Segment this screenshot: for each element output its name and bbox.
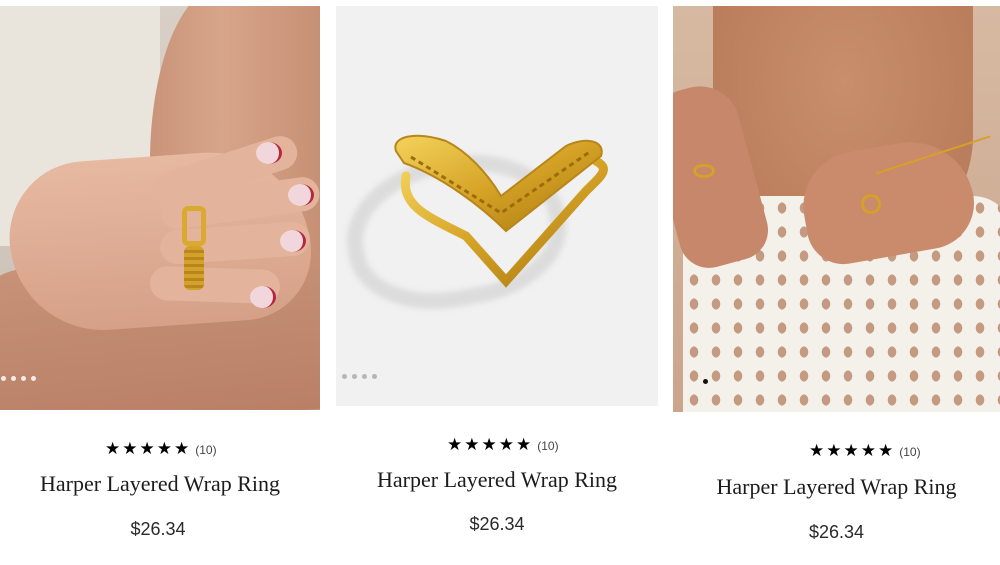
- product-price: $26.34: [808, 522, 865, 542]
- star-rating[interactable]: ★ ★ ★ ★ ★ (10): [447, 437, 559, 454]
- product-card[interactable]: ★ ★ ★ ★ ★ (10) Harper Layered Wrap Ring …: [336, 0, 658, 534]
- star-icon: ★: [139, 439, 155, 459]
- product-image-ring[interactable]: [336, 6, 658, 406]
- product-image-model[interactable]: [673, 6, 1000, 412]
- review-count: (10): [899, 444, 921, 459]
- star-icon: ★: [826, 441, 842, 461]
- ring-graphic: [861, 194, 881, 214]
- image-detail: [288, 184, 314, 206]
- carousel-dot[interactable]: [342, 374, 347, 379]
- image-detail: [280, 230, 306, 252]
- carousel-dots: [342, 374, 377, 379]
- carousel-dot[interactable]: [372, 374, 377, 379]
- image-detail: [256, 142, 282, 164]
- product-price: $26.34: [130, 519, 186, 539]
- star-icon: ★: [122, 439, 138, 459]
- star-icon: ★: [105, 439, 121, 459]
- carousel-dot[interactable]: [21, 376, 26, 381]
- star-icon: ★: [156, 439, 172, 459]
- star-rating[interactable]: ★ ★ ★ ★ ★ (10): [105, 441, 217, 458]
- review-count: (10): [537, 438, 559, 453]
- product-card[interactable]: ★ ★ ★ ★ ★ (10) Harper Layered Wrap Ring …: [0, 0, 320, 539]
- carousel-dot[interactable]: [31, 376, 36, 381]
- product-title[interactable]: Harper Layered Wrap Ring: [673, 474, 1000, 500]
- star-icon: ★: [878, 441, 894, 461]
- carousel-dot[interactable]: [11, 376, 16, 381]
- carousel-dot[interactable]: [1, 376, 6, 381]
- carousel-dots: [1, 376, 36, 381]
- star-icon: ★: [481, 435, 497, 455]
- product-image-hands[interactable]: [0, 6, 320, 410]
- gold-ring-icon: [394, 134, 608, 288]
- ring-graphic: [184, 246, 204, 290]
- star-rating[interactable]: ★ ★ ★ ★ ★ (10): [809, 443, 921, 460]
- product-title[interactable]: Harper Layered Wrap Ring: [336, 467, 658, 493]
- star-icon: ★: [498, 435, 514, 455]
- ring-graphic: [693, 164, 715, 178]
- star-icon: ★: [447, 435, 463, 455]
- product-price: $26.34: [469, 514, 525, 534]
- star-icon: ★: [860, 441, 876, 461]
- review-count: (10): [195, 442, 217, 457]
- product-card[interactable]: ★ ★ ★ ★ ★ (10) Harper Layered Wrap Ring …: [673, 0, 1000, 542]
- product-title[interactable]: Harper Layered Wrap Ring: [0, 471, 320, 497]
- star-icon: ★: [464, 435, 480, 455]
- carousel-dot[interactable]: [703, 379, 708, 384]
- ring-graphic: [182, 206, 206, 246]
- star-icon: ★: [843, 441, 859, 461]
- carousel-dot[interactable]: [352, 374, 357, 379]
- star-icon: ★: [516, 435, 532, 455]
- carousel-dots: [703, 379, 708, 384]
- star-icon: ★: [809, 441, 825, 461]
- star-icon: ★: [174, 439, 190, 459]
- image-detail: [250, 286, 276, 308]
- carousel-dot[interactable]: [362, 374, 367, 379]
